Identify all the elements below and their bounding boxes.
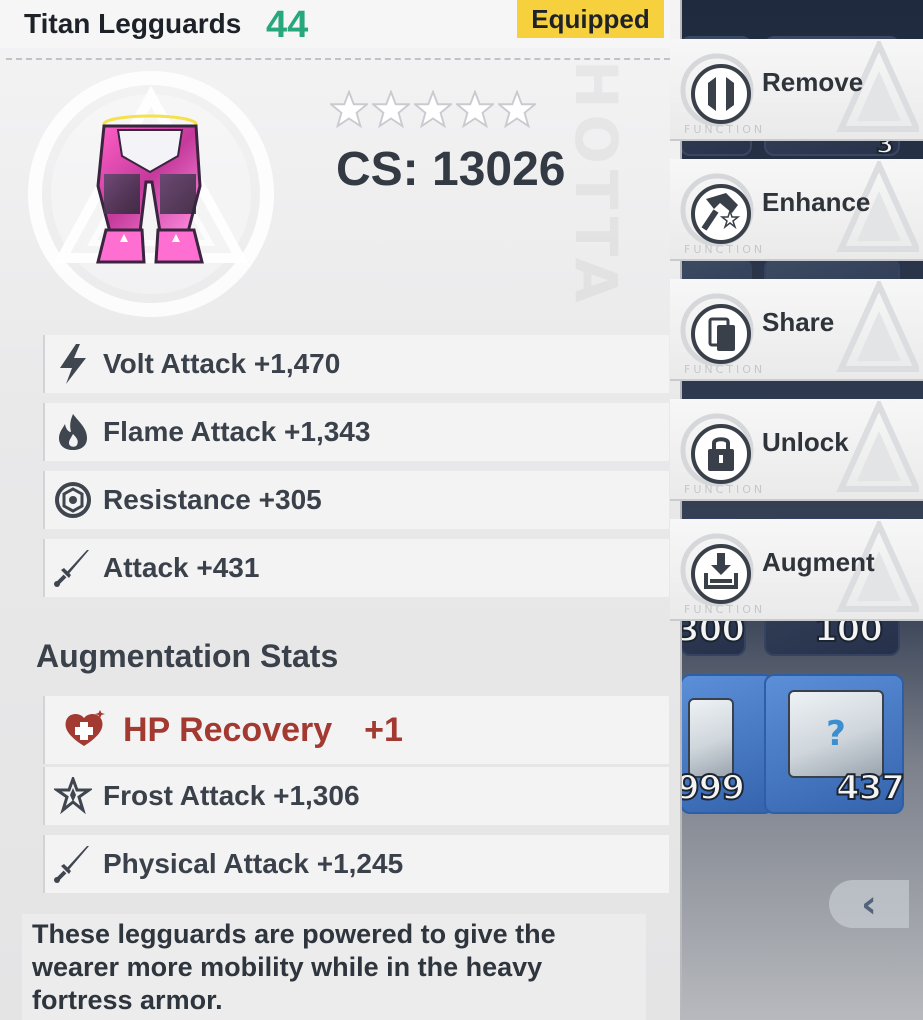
stat-label: Resistance +305 xyxy=(103,484,322,515)
star-icon xyxy=(456,90,494,128)
stat-label: Frost Attack +1,306 xyxy=(103,780,360,811)
crate-image xyxy=(688,698,734,778)
description-line: fortress armor. xyxy=(32,985,223,1015)
enhance-button[interactable]: Enhance FUNCTION xyxy=(670,159,923,261)
function-caption: FUNCTION xyxy=(684,123,766,136)
star-icon xyxy=(414,90,452,128)
question-mark-icon: ? xyxy=(826,714,846,754)
unlock-button[interactable]: Unlock FUNCTION xyxy=(670,399,923,501)
augment-icon xyxy=(680,533,754,607)
augment-button[interactable]: Augment FUNCTION xyxy=(670,519,923,621)
stat-row: Resistance +305 xyxy=(43,471,669,529)
share-label: Share xyxy=(762,307,835,337)
star-icon xyxy=(330,90,368,128)
enhance-icon xyxy=(680,173,754,247)
hp-recovery-label: HP Recovery xyxy=(123,710,333,749)
combat-score: CS: 13026 xyxy=(336,143,566,196)
star-icon xyxy=(372,90,410,128)
hp-recovery-value: +1 xyxy=(364,710,403,749)
divider xyxy=(6,58,670,60)
inventory-count: 437 xyxy=(835,767,906,809)
watermark-decoration: HOTTA xyxy=(562,60,630,309)
volt-icon xyxy=(45,335,101,393)
item-name: Titan Legguards xyxy=(24,8,242,39)
legguards-image xyxy=(96,114,204,264)
sword-icon xyxy=(45,835,101,893)
inventory-count: 999 xyxy=(680,767,746,809)
crate-image: ? xyxy=(788,690,884,778)
frost-icon xyxy=(45,767,101,825)
share-button[interactable]: Share FUNCTION xyxy=(670,279,923,381)
stat-row: Physical Attack +1,245 xyxy=(43,835,669,893)
unlock-label: Unlock xyxy=(762,427,849,457)
resistance-icon xyxy=(45,471,101,529)
heart-plus-icon xyxy=(45,696,123,764)
stat-row: Volt Attack +1,470 xyxy=(43,335,669,393)
item-description: These legguards are powered to give the … xyxy=(22,914,646,1020)
stat-label: Physical Attack +1,245 xyxy=(103,848,404,879)
stat-label: Flame Attack +1,343 xyxy=(103,416,371,447)
stat-label: Attack +431 xyxy=(103,552,260,583)
stat-row: Attack +431 xyxy=(43,539,669,597)
item-level: 44 xyxy=(266,4,309,46)
star-rating xyxy=(330,90,536,128)
item-detail-panel: HOTTA Titan Legguards 44 Equipped CS: 13… xyxy=(0,0,682,1020)
inventory-background: 3 300 100 ? 999 437 ‹ xyxy=(680,0,923,1020)
remove-button[interactable]: Remove FUNCTION xyxy=(670,39,923,141)
chevron-left-icon[interactable]: ‹ xyxy=(829,880,909,928)
stat-row: Flame Attack +1,343 xyxy=(43,403,669,461)
function-caption: FUNCTION xyxy=(684,243,766,256)
description-line: wearer more mobility while in the heavy xyxy=(32,952,543,982)
flame-icon xyxy=(45,403,101,461)
equipped-badge: Equipped xyxy=(517,0,664,38)
share-icon xyxy=(680,293,754,367)
item-header: Titan Legguards 44 Equipped xyxy=(0,0,670,48)
stat-row: Frost Attack +1,306 xyxy=(43,767,669,825)
function-caption: FUNCTION xyxy=(684,363,766,376)
stat-label: Volt Attack +1,470 xyxy=(103,348,341,379)
function-caption: FUNCTION xyxy=(684,483,766,496)
hp-recovery-row: HP Recovery +1 xyxy=(43,696,669,764)
function-caption: FUNCTION xyxy=(684,603,766,616)
enhance-label: Enhance xyxy=(762,187,871,217)
sword-icon xyxy=(45,539,101,597)
unlock-icon xyxy=(680,413,754,487)
description-line: These legguards are powered to give the xyxy=(32,919,556,949)
augmentation-title: Augmentation Stats xyxy=(36,638,339,674)
remove-label: Remove xyxy=(762,67,864,97)
augment-label: Augment xyxy=(762,547,875,577)
remove-icon xyxy=(680,53,754,127)
star-icon xyxy=(498,90,536,128)
